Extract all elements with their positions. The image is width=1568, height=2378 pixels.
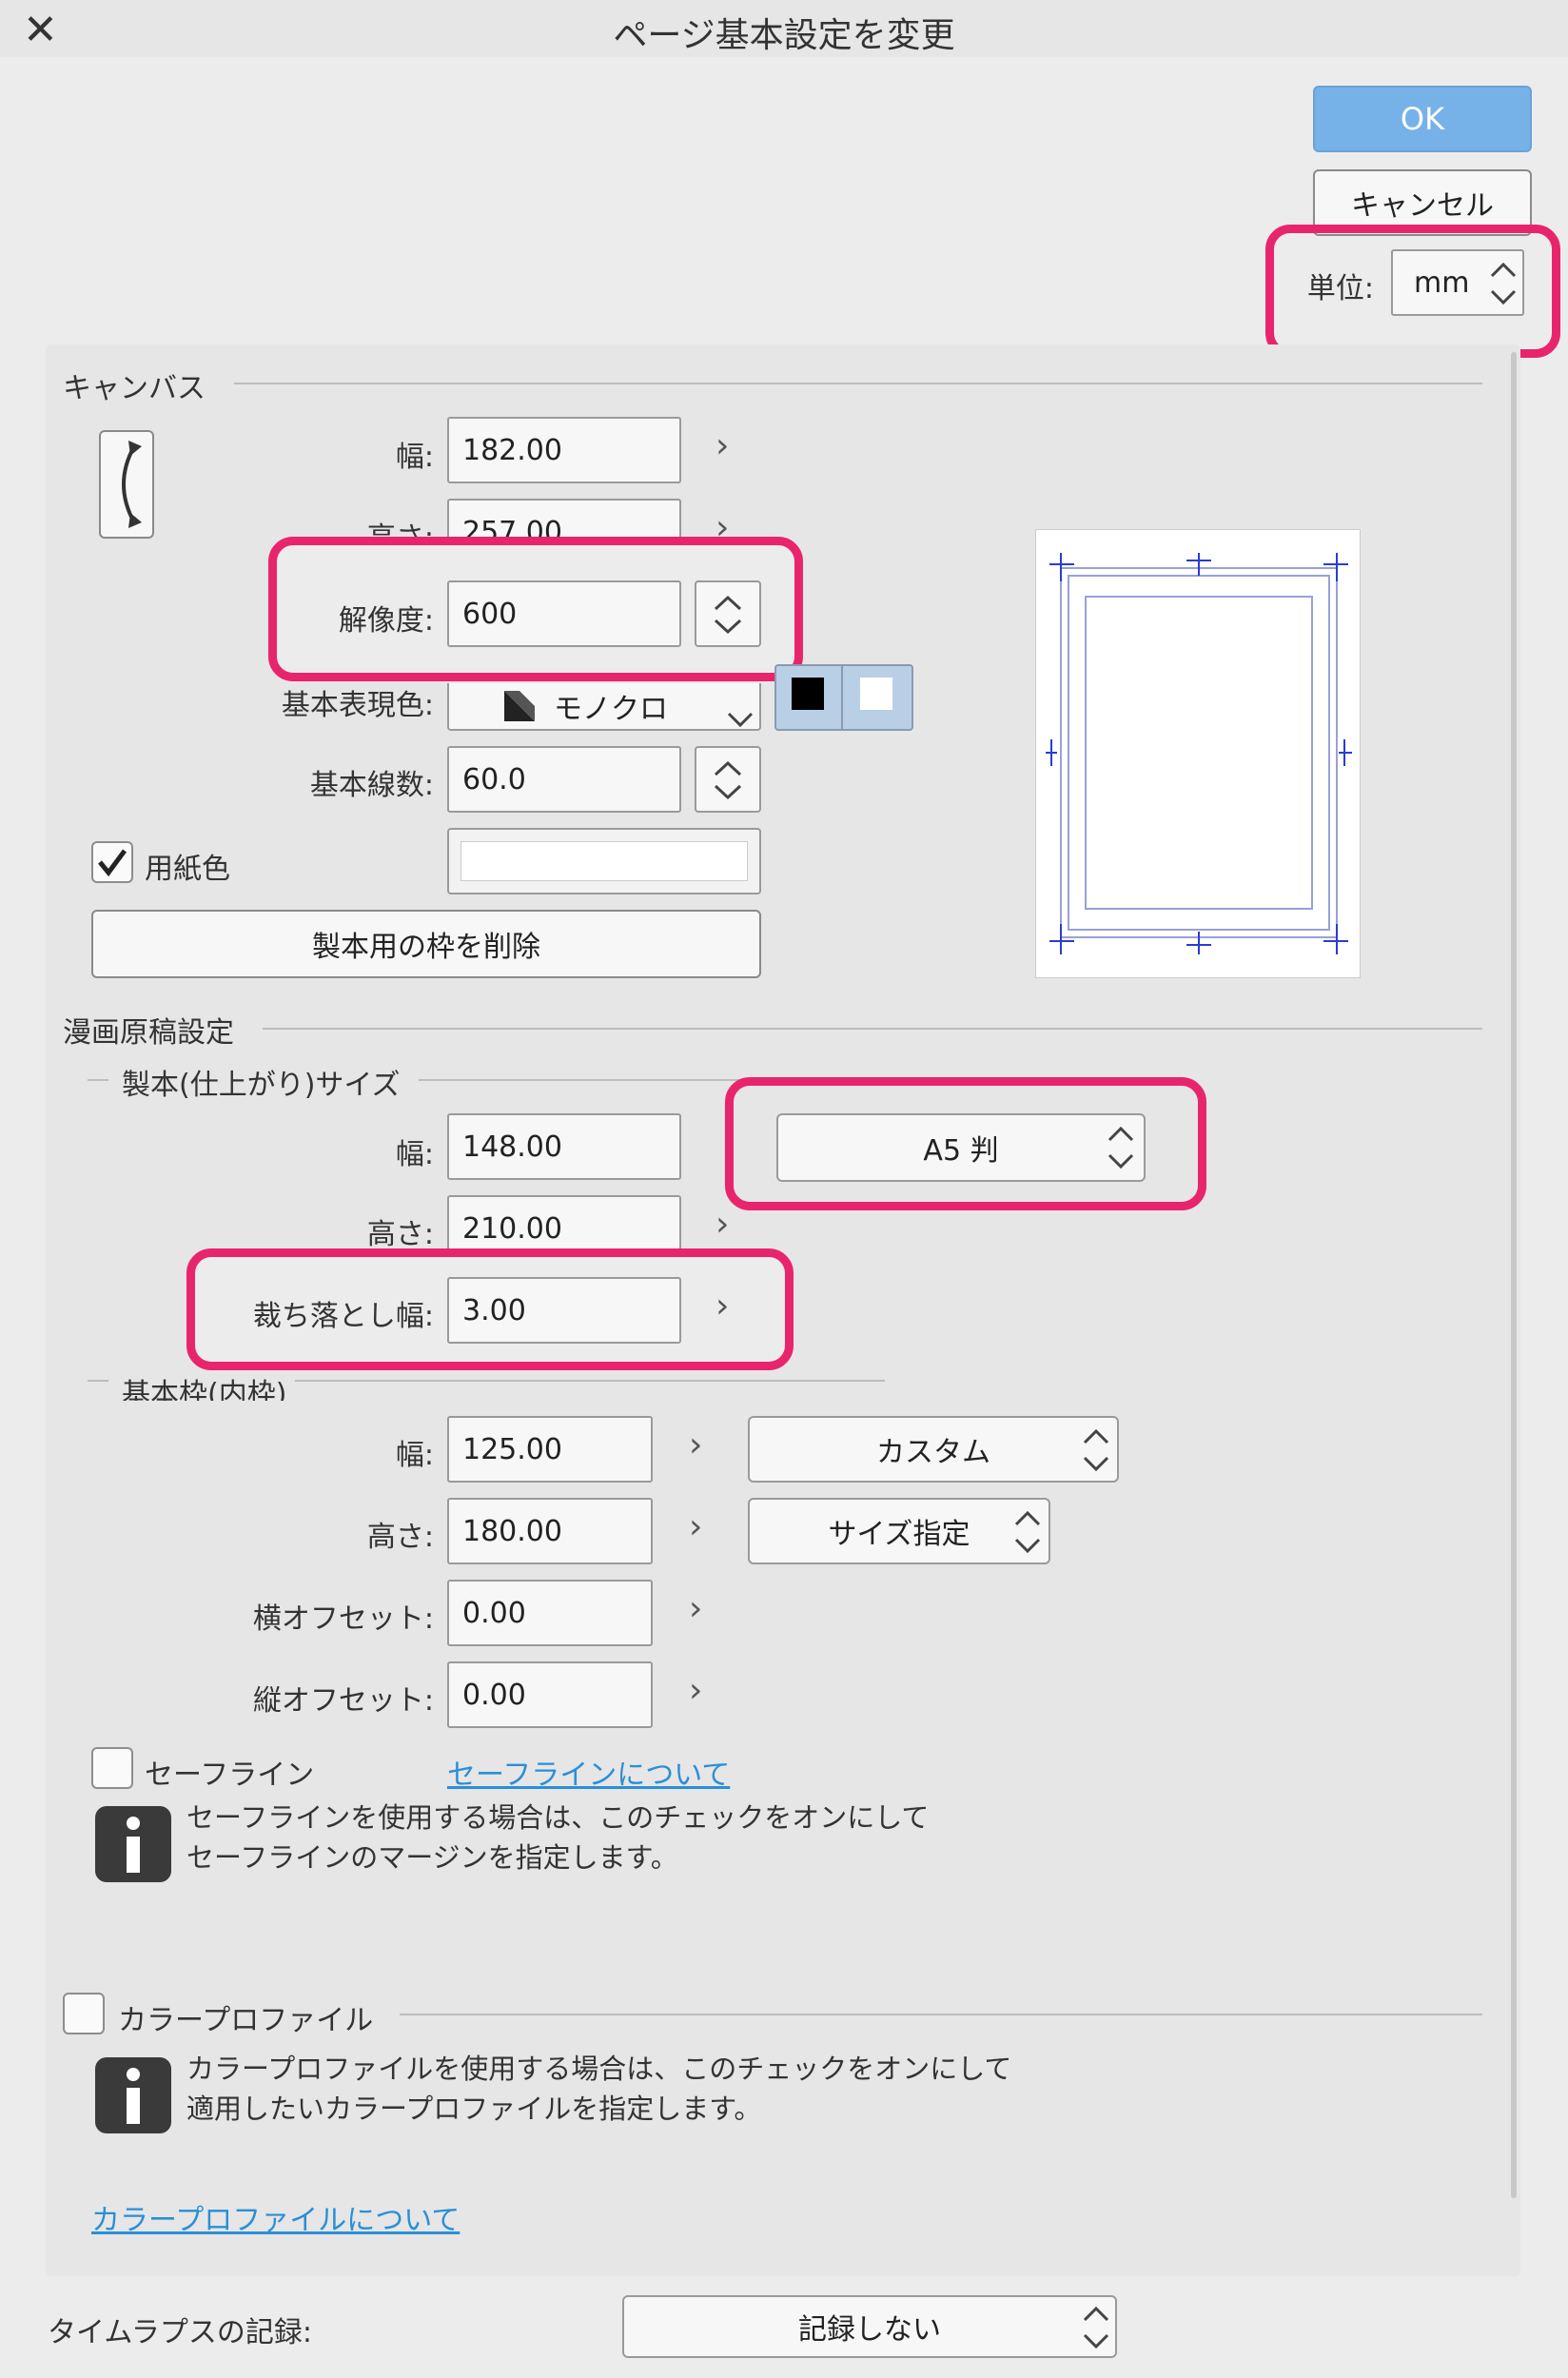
mono-icon — [504, 691, 535, 721]
finish-height-arrow-icon[interactable]: › — [715, 1205, 729, 1244]
bleed-input[interactable]: 3.00 — [447, 1277, 681, 1344]
preview-frame-icon — [1046, 553, 1352, 954]
canvas-width-input[interactable]: 182.00 — [447, 417, 681, 483]
unit-label: 単位: — [1306, 272, 1374, 305]
frame-divider-right — [295, 1380, 885, 1382]
frame-width-label: 幅: — [395, 1439, 434, 1472]
frame-width-input[interactable]: 125.00 — [447, 1416, 653, 1483]
color-mode-value: モノクロ — [554, 693, 668, 726]
color-mode-label: 基本表現色: — [281, 689, 434, 722]
hoffset-input[interactable]: 0.00 — [447, 1580, 653, 1646]
canvas-section-title: キャンバス — [63, 372, 206, 405]
white-swatch[interactable] — [860, 678, 892, 710]
resolution-input[interactable]: 600 — [447, 580, 681, 647]
stepper-chevron-icon — [714, 760, 742, 800]
finish-width-input[interactable]: 148.00 — [447, 1113, 681, 1180]
timelapse-select[interactable]: 記録しない — [622, 2295, 1117, 2358]
voffset-label: 縦オフセット: — [252, 1684, 434, 1718]
paper-color-label: 用紙色 — [145, 853, 230, 886]
line-count-input[interactable]: 60.0 — [447, 746, 681, 813]
info-icon — [95, 1806, 171, 1882]
hoffset-label: 横オフセット: — [252, 1602, 434, 1636]
scrollbar[interactable] — [1511, 352, 1517, 2198]
color-profile-info-1: カラープロファイルを使用する場合は、このチェックをオンにして — [186, 2053, 1012, 2085]
black-swatch[interactable] — [792, 678, 824, 710]
canvas-divider — [234, 383, 1482, 384]
frame-preset-value: カスタム — [876, 1436, 990, 1469]
finish-preset-select[interactable]: A5 判 — [776, 1113, 1146, 1182]
frame-mode-select[interactable]: サイズ指定 — [748, 1498, 1050, 1564]
line-count-stepper[interactable] — [695, 746, 761, 813]
bleed-arrow-icon[interactable]: › — [715, 1287, 729, 1326]
canvas-height-arrow-icon[interactable]: › — [715, 508, 729, 547]
unit-value: mm — [1414, 265, 1470, 300]
canvas-width-arrow-icon[interactable]: › — [715, 426, 729, 465]
manga-divider — [263, 1028, 1482, 1030]
color-profile-label: カラープロファイル — [118, 2004, 374, 2037]
voffset-arrow-icon[interactable]: › — [689, 1671, 702, 1710]
color-mode-chevron-icon[interactable] — [723, 681, 757, 729]
finish-section-title: 製本(仕上がり)サイズ — [122, 1069, 401, 1102]
orientation-button[interactable] — [99, 430, 154, 539]
paper-color-field[interactable] — [447, 828, 761, 894]
frame-height-label: 高さ: — [366, 1521, 434, 1554]
ok-button[interactable]: OK — [1313, 86, 1532, 152]
finish-height-label: 高さ: — [366, 1218, 434, 1251]
frame-preset-select[interactable]: カスタム — [748, 1416, 1119, 1483]
finish-preset-value: A5 判 — [923, 1134, 999, 1168]
frame-divider-left — [88, 1380, 108, 1382]
color-profile-info-2: 適用したいカラープロファイルを指定します。 — [186, 2093, 762, 2125]
finish-divider-left — [88, 1079, 108, 1081]
rotate-icon — [122, 441, 142, 528]
paper-color-checkbox[interactable] — [91, 841, 133, 883]
finish-divider-right — [419, 1079, 742, 1081]
canvas-preview — [1035, 529, 1361, 978]
timelapse-label: タイムラプスの記録: — [48, 2316, 313, 2349]
safe-line-link[interactable]: セーフラインについて — [447, 1751, 730, 1793]
resolution-label: 解像度: — [338, 604, 434, 638]
manga-section-title: 漫画原稿設定 — [63, 1016, 234, 1050]
frame-mode-value: サイズ指定 — [828, 1518, 970, 1551]
color-mode-select[interactable]: モノクロ — [447, 683, 761, 731]
frame-height-input[interactable]: 180.00 — [447, 1498, 653, 1564]
stepper-chevron-icon — [714, 595, 742, 635]
color-profile-link[interactable]: カラープロファイルについて — [91, 2196, 460, 2238]
safe-line-label: セーフライン — [145, 1759, 315, 1792]
line-count-label: 基本線数: — [309, 769, 434, 802]
bleed-label: 裁ち落とし幅: — [252, 1300, 434, 1333]
frame-preset-chevron-icon[interactable] — [1079, 1422, 1113, 1479]
finish-width-label: 幅: — [395, 1138, 434, 1171]
voffset-input[interactable]: 0.00 — [447, 1661, 653, 1728]
window-title: ページ基本設定を変更 — [613, 16, 955, 55]
finish-preset-chevron-icon[interactable] — [1104, 1119, 1138, 1176]
swatch-divider — [841, 666, 843, 729]
cancel-button[interactable]: キャンセル — [1313, 169, 1532, 236]
check-icon — [98, 849, 127, 877]
canvas-width-label: 幅: — [395, 441, 434, 474]
paper-color-swatch — [461, 841, 748, 881]
frame-height-arrow-icon[interactable]: › — [689, 1507, 702, 1546]
frame-mode-chevron-icon[interactable] — [1010, 1503, 1045, 1561]
timelapse-value: 記録しない — [798, 2313, 941, 2347]
frame-width-arrow-icon[interactable]: › — [689, 1425, 702, 1464]
color-profile-checkbox[interactable] — [63, 1993, 105, 2034]
safe-line-checkbox[interactable] — [91, 1747, 133, 1789]
delete-frame-button[interactable]: 製本用の枠を削除 — [91, 910, 761, 978]
safe-line-info-1: セーフラインを使用する場合は、このチェックをオンにして — [186, 1801, 930, 1834]
timelapse-chevron-icon[interactable] — [1079, 2299, 1113, 2356]
unit-chevron-icon[interactable] — [1486, 255, 1520, 312]
info-icon — [95, 2057, 171, 2133]
hoffset-arrow-icon[interactable]: › — [689, 1589, 702, 1628]
color-profile-divider — [400, 2014, 1482, 2015]
safe-line-info-2: セーフラインのマージンを指定します。 — [186, 1841, 678, 1874]
resolution-stepper[interactable] — [695, 580, 761, 647]
